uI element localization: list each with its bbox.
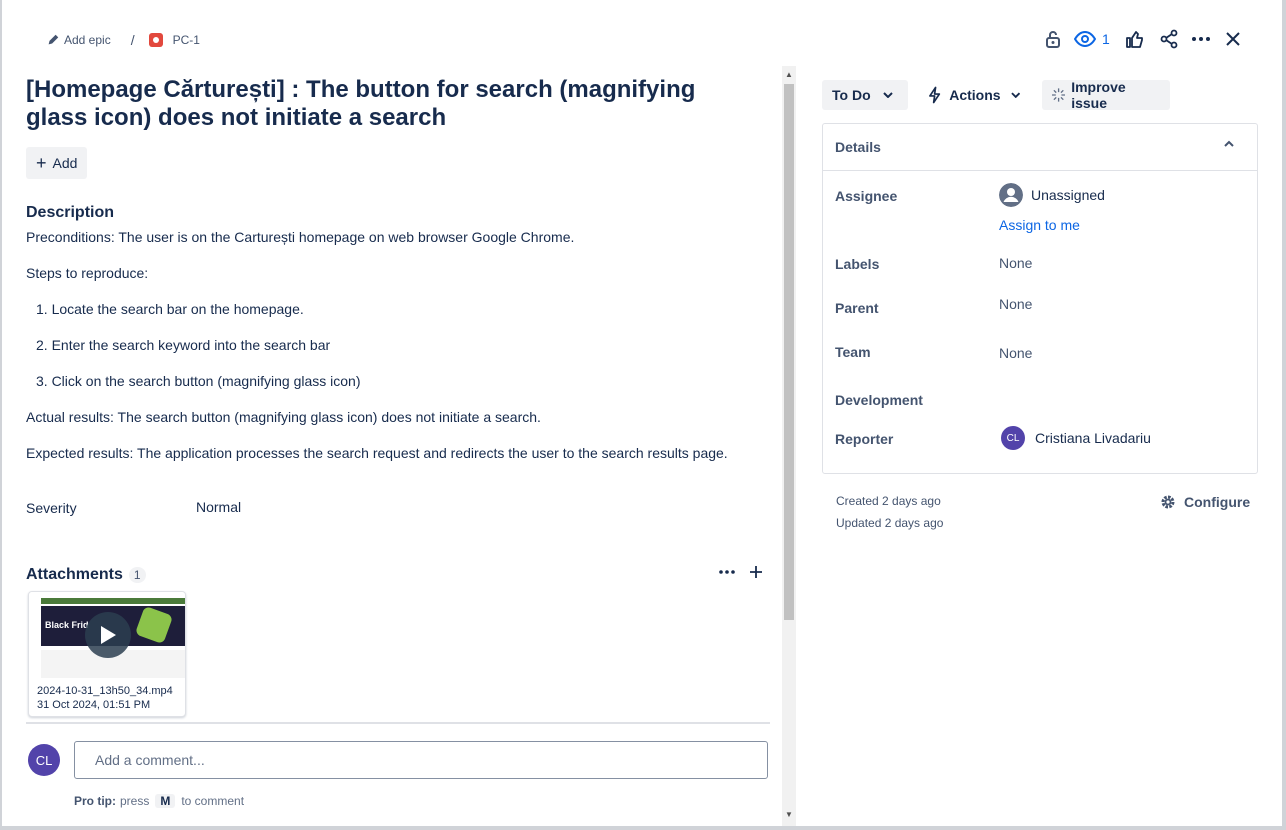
- share-icon[interactable]: [1156, 26, 1182, 52]
- team-value[interactable]: None: [999, 345, 1032, 361]
- chevron-down-icon: [1010, 92, 1020, 98]
- attachments-title: Attachments: [26, 566, 123, 583]
- configure-label: Configure: [1184, 494, 1251, 510]
- issue-title[interactable]: [Homepage Cărturești] : The button for s…: [26, 76, 746, 132]
- attachment-name: 2024-10-31_13h50_34.mp4: [37, 685, 173, 697]
- details-panel: Details Assignee Unassigned Assign to me…: [822, 123, 1258, 474]
- parent-value[interactable]: None: [999, 296, 1032, 312]
- chevron-down-icon: [882, 92, 893, 98]
- actions-dropdown[interactable]: Actions: [918, 80, 1030, 110]
- attachments-heading: Attachments 1: [26, 566, 146, 584]
- video-thumbnail: Black Frid: [29, 592, 185, 682]
- avatar: CL: [1001, 426, 1025, 450]
- play-icon[interactable]: [85, 612, 131, 658]
- plus-icon[interactable]: [748, 564, 764, 580]
- details-header[interactable]: Details: [823, 124, 1257, 171]
- updated-date: Updated 2 days ago: [836, 516, 944, 530]
- status-label: To Do: [832, 87, 871, 103]
- add-epic-link[interactable]: Add epic: [64, 33, 111, 47]
- severity-label: Severity: [26, 500, 77, 516]
- team-label: Team: [835, 344, 871, 360]
- pro-tip: Pro tip: press M to comment: [74, 794, 244, 808]
- bug-icon: [148, 33, 163, 47]
- watch-count: 1: [1102, 31, 1110, 47]
- avatar: CL: [28, 744, 60, 776]
- gear-icon: [1161, 495, 1175, 509]
- comment-input[interactable]: Add a comment...: [74, 741, 768, 779]
- scrollbar[interactable]: ▲ ▼: [782, 66, 796, 826]
- pencil-icon: [48, 34, 59, 45]
- assignee-value[interactable]: Unassigned: [1031, 187, 1105, 203]
- description-heading: Description: [26, 204, 115, 221]
- eye-icon: [1074, 31, 1096, 47]
- issue-key-link[interactable]: PC-1: [173, 33, 200, 47]
- improve-issue-button[interactable]: Improve issue: [1042, 79, 1170, 111]
- sparkle-icon: [1052, 88, 1066, 102]
- more-icon[interactable]: [1188, 26, 1214, 52]
- pro-tip-rest: to comment: [181, 794, 245, 808]
- improve-issue-label: Improve issue: [1071, 79, 1126, 111]
- add-button[interactable]: + Add: [26, 147, 88, 179]
- development-label: Development: [835, 392, 923, 408]
- pro-tip-label: Pro tip:: [74, 794, 116, 808]
- severity-value[interactable]: Normal: [196, 499, 241, 515]
- description-step: 1. Locate the search bar on the homepage…: [36, 301, 304, 317]
- labels-label: Labels: [835, 256, 880, 272]
- watch-button[interactable]: 1: [1074, 31, 1110, 47]
- lock-icon[interactable]: [1040, 26, 1066, 52]
- plus-icon: +: [36, 153, 47, 173]
- attachment-date: 31 Oct 2024, 01:51 PM: [37, 699, 151, 711]
- description-actual: Actual results: The search button (magni…: [26, 409, 541, 425]
- add-button-label: Add: [52, 155, 78, 171]
- description-preconditions: Preconditions: The user is on the Cartur…: [26, 229, 575, 245]
- scrollbar-thumb[interactable]: [784, 84, 794, 620]
- user-avatar-icon: [999, 183, 1023, 207]
- header-actions: 1: [1040, 26, 1246, 52]
- reporter-label: Reporter: [835, 431, 894, 447]
- issue-main-panel: [Homepage Cărturești] : The button for s…: [2, 66, 782, 826]
- pro-tip-press: press: [120, 794, 150, 808]
- status-dropdown[interactable]: To Do: [822, 80, 908, 110]
- assignee-label: Assignee: [835, 188, 898, 204]
- actions-label: Actions: [949, 87, 1001, 103]
- divider: [26, 722, 770, 724]
- scroll-up-icon[interactable]: ▲: [785, 70, 793, 79]
- labels-value[interactable]: None: [999, 255, 1032, 271]
- reporter-value[interactable]: Cristiana Livadariu: [1035, 430, 1151, 446]
- scroll-down-icon[interactable]: ▼: [785, 810, 793, 819]
- shortcut-key: M: [155, 794, 176, 808]
- description-step: 3. Click on the search button (magnifyin…: [36, 373, 361, 389]
- description-step: 2. Enter the search keyword into the sea…: [36, 337, 331, 353]
- thumbs-up-icon[interactable]: [1122, 26, 1148, 52]
- breadcrumb-separator: /: [130, 32, 135, 48]
- issue-modal: Add epic / PC-1 1 [Homepage Cărturești] …: [2, 0, 1282, 826]
- attachments-count: 1: [128, 567, 146, 583]
- lightning-icon: [929, 86, 941, 104]
- details-heading: Details: [835, 139, 881, 155]
- configure-button[interactable]: Configure: [1160, 494, 1250, 510]
- parent-label: Parent: [835, 300, 879, 316]
- more-icon[interactable]: [718, 569, 736, 575]
- chevron-up-icon[interactable]: [1223, 140, 1235, 148]
- attachment-card[interactable]: Black Frid 2024-10-31_13h50_34.mp4 31 Oc…: [28, 591, 186, 717]
- created-date: Created 2 days ago: [836, 494, 941, 508]
- description-expected: Expected results: The application proces…: [26, 445, 728, 461]
- breadcrumb: Add epic / PC-1: [46, 30, 200, 50]
- attachments-actions: [718, 564, 764, 580]
- assign-to-me-link[interactable]: Assign to me: [999, 217, 1080, 233]
- description-steps-heading: Steps to reproduce:: [26, 265, 149, 281]
- close-icon[interactable]: [1220, 26, 1246, 52]
- thumbnail-text: Black Frid: [45, 620, 89, 630]
